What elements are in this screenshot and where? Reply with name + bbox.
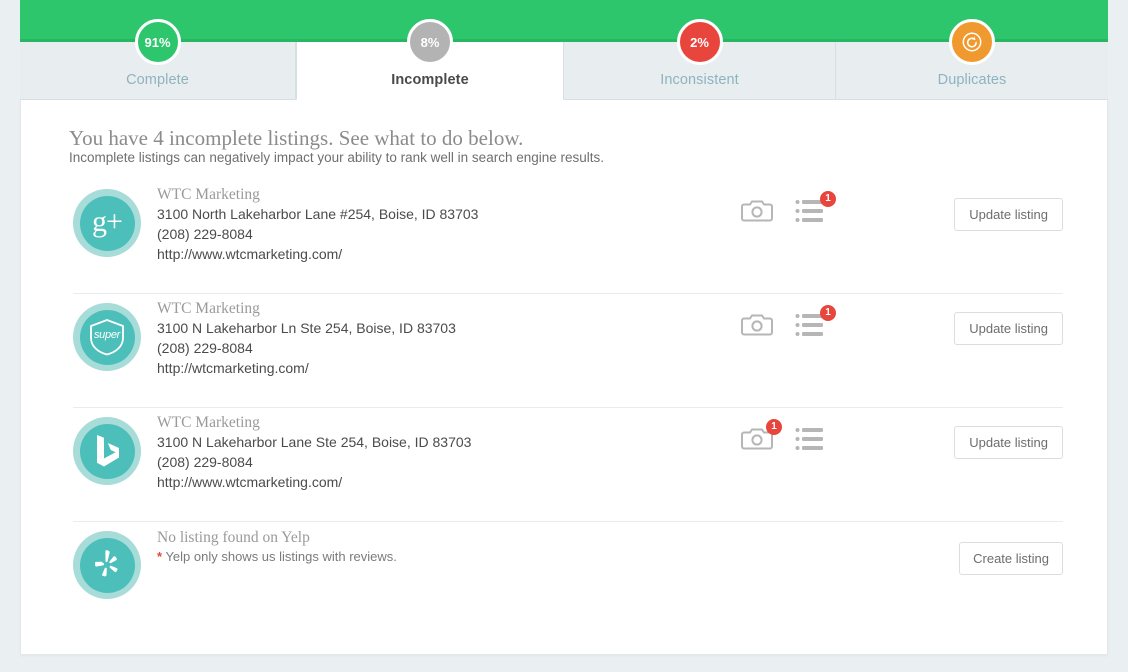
superpages-label: super [86, 329, 128, 341]
listings-card: You have 4 incomplete listings. See what… [20, 100, 1108, 655]
update-listing-button[interactable]: Update listing [954, 312, 1063, 345]
listing-phone: (208) 229-8084 [157, 224, 1063, 244]
bing-icon [80, 424, 135, 479]
details-status[interactable] [795, 426, 827, 456]
listing-status-icons: 1 [741, 426, 827, 456]
avatar [73, 417, 141, 485]
status-tabs: 91% Complete 8% Incomplete 2% Inconsiste… [20, 42, 1108, 100]
table-row: g+ WTC Marketing 3100 North Lakeharbor L… [73, 180, 1063, 294]
listing-address: 3100 N Lakeharbor Ln Ste 254, Boise, ID … [157, 318, 1063, 338]
tab-inconsistent-label: Inconsistent [564, 72, 835, 88]
tab-duplicates[interactable]: Duplicates [836, 42, 1108, 100]
tab-inconsistent-percent-badge: 2% [677, 19, 723, 65]
page-subtitle: Incomplete listings can negatively impac… [69, 150, 604, 165]
list-icon [795, 426, 825, 452]
note-asterisk: * [157, 549, 162, 564]
tab-duplicates-badge [949, 19, 995, 65]
camera-icon [741, 198, 773, 224]
status-badge: 1 [766, 419, 782, 435]
avatar: g+ [73, 189, 141, 257]
listing-website: http://www.wtcmarketing.com/ [157, 472, 1063, 492]
tab-incomplete-label: Incomplete [297, 72, 563, 88]
tab-incomplete-percent-badge: 8% [407, 19, 453, 65]
listings-list: g+ WTC Marketing 3100 North Lakeharbor L… [73, 180, 1063, 632]
avatar: super [73, 303, 141, 371]
status-badge: 1 [820, 305, 836, 321]
listing-info: WTC Marketing 3100 N Lakeharbor Lane Ste… [157, 408, 1063, 492]
google-plus-icon: g+ [80, 196, 135, 251]
duplicate-refresh-icon [961, 31, 983, 53]
page-title: You have 4 incomplete listings. See what… [69, 126, 523, 151]
yelp-burst-icon [92, 549, 122, 581]
listing-business-name: WTC Marketing [157, 300, 1063, 318]
listing-note: * Yelp only shows us listings with revie… [157, 548, 1063, 566]
tab-duplicates-label: Duplicates [836, 72, 1108, 88]
photo-status[interactable] [741, 312, 773, 342]
tab-incomplete-percent: 8% [421, 35, 440, 50]
listing-business-name: WTC Marketing [157, 414, 1063, 432]
no-listing-message: No listing found on Yelp [157, 528, 1063, 548]
table-row: No listing found on Yelp * Yelp only sho… [73, 522, 1063, 632]
superpages-shield: super [86, 317, 128, 357]
camera-icon [741, 312, 773, 338]
status-badge: 1 [820, 191, 836, 207]
tab-complete[interactable]: 91% Complete [20, 42, 296, 100]
tab-complete-percent: 91% [144, 35, 170, 50]
photo-status[interactable] [741, 198, 773, 228]
superpages-icon: super [80, 310, 135, 365]
tab-complete-label: Complete [20, 72, 295, 88]
bing-logo-icon [94, 434, 120, 468]
create-listing-button[interactable]: Create listing [959, 542, 1063, 575]
tab-incomplete[interactable]: 8% Incomplete [296, 42, 564, 100]
avatar [73, 531, 141, 599]
listing-phone: (208) 229-8084 [157, 338, 1063, 358]
listing-info: WTC Marketing 3100 N Lakeharbor Ln Ste 2… [157, 294, 1063, 378]
tab-inconsistent[interactable]: 2% Inconsistent [564, 42, 836, 100]
listing-info: WTC Marketing 3100 North Lakeharbor Lane… [157, 180, 1063, 264]
table-row: WTC Marketing 3100 N Lakeharbor Lane Ste… [73, 408, 1063, 522]
listing-address: 3100 North Lakeharbor Lane #254, Boise, … [157, 204, 1063, 224]
update-listing-button[interactable]: Update listing [954, 198, 1063, 231]
note-text: Yelp only shows us listings with reviews… [165, 549, 396, 564]
photo-status[interactable]: 1 [741, 426, 773, 456]
table-row: super WTC Marketing 3100 N Lakeharbor Ln… [73, 294, 1063, 408]
listing-website: http://wtcmarketing.com/ [157, 358, 1063, 378]
listing-status-icons: 1 [741, 198, 827, 228]
google-plus-glyph: g+ [92, 207, 122, 237]
tab-inconsistent-percent: 2% [690, 35, 709, 50]
listing-status-icons: 1 [741, 312, 827, 342]
listing-phone: (208) 229-8084 [157, 452, 1063, 472]
details-status[interactable]: 1 [795, 198, 827, 228]
listing-website: http://www.wtcmarketing.com/ [157, 244, 1063, 264]
listing-business-name: WTC Marketing [157, 186, 1063, 204]
listing-address: 3100 N Lakeharbor Lane Ste 254, Boise, I… [157, 432, 1063, 452]
update-listing-button[interactable]: Update listing [954, 426, 1063, 459]
tab-complete-percent-badge: 91% [135, 19, 181, 65]
listing-info: No listing found on Yelp * Yelp only sho… [157, 522, 1063, 566]
top-green-bar [20, 0, 1108, 42]
details-status[interactable]: 1 [795, 312, 827, 342]
yelp-icon [80, 538, 135, 593]
